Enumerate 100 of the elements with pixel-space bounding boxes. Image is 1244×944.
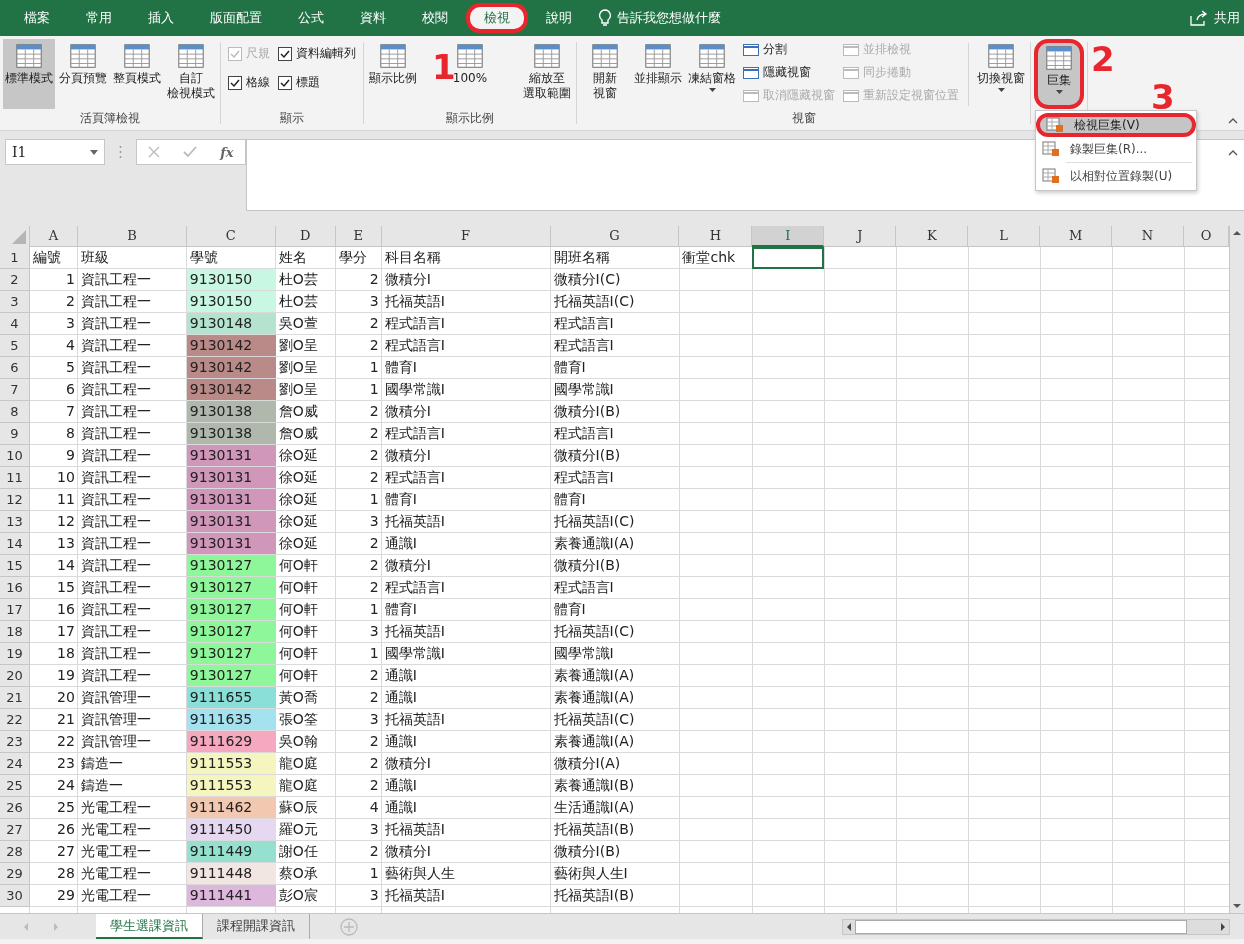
insert-function-button[interactable]: fx: [220, 144, 234, 160]
ribbon-tab[interactable]: 檢視: [466, 3, 528, 33]
row-header[interactable]: 6: [0, 357, 30, 379]
ribbon-tab[interactable]: 插入: [130, 3, 192, 33]
row-header[interactable]: 11: [0, 467, 30, 489]
row-header[interactable]: 7: [0, 379, 30, 401]
menu-item[interactable]: 檢視巨集(V): [1036, 113, 1196, 137]
ribbon-button[interactable]: 並排顯示: [632, 39, 684, 109]
checkbox[interactable]: 資料編輯列: [278, 45, 356, 62]
row-header[interactable]: 28: [0, 841, 30, 863]
ribbon-button[interactable]: 整頁模式: [111, 39, 163, 109]
table-cell-text: 3: [368, 292, 380, 311]
row-header[interactable]: 14: [0, 533, 30, 555]
ribbon-button[interactable]: 巨集: [1034, 39, 1084, 109]
row-header[interactable]: 27: [0, 819, 30, 841]
row-header[interactable]: 25: [0, 775, 30, 797]
row-header[interactable]: 23: [0, 731, 30, 753]
ribbon-tab[interactable]: 公式: [280, 3, 342, 33]
drag-handle-icon[interactable]: [119, 145, 122, 159]
table-cell-text: 11: [56, 490, 76, 509]
row-header[interactable]: 26: [0, 797, 30, 819]
table-cell-text: 徐O延: [277, 468, 319, 487]
row-header[interactable]: 5: [0, 335, 30, 357]
previous-sheet-icon[interactable]: [22, 921, 30, 932]
table-cell-text: 16: [56, 600, 76, 619]
table-cell-text: 1: [368, 380, 380, 399]
table-cell-text: 通識Ⅰ: [383, 732, 418, 751]
table-cell-text: 資訊工程一: [79, 380, 152, 399]
table-cell-text: 通識Ⅰ: [383, 798, 418, 817]
table-cell-text: 何O軒: [277, 666, 319, 685]
ribbon-button[interactable]: 隱藏視窗: [743, 64, 835, 81]
collapse-icon[interactable]: [1228, 150, 1238, 156]
checkbox[interactable]: 標題: [278, 74, 356, 91]
ribbon-button[interactable]: 開新 視窗: [580, 39, 630, 109]
ribbon-tab[interactable]: 校閱: [404, 3, 466, 33]
table-cell-text: 26: [56, 820, 76, 839]
checkbox-icon: [278, 46, 292, 61]
row-header[interactable]: 20: [0, 665, 30, 687]
menu-item[interactable]: 以相對位置錄製(U): [1036, 164, 1196, 188]
row-header[interactable]: 1: [0, 247, 30, 269]
ribbon-tab[interactable]: 版面配置: [192, 3, 280, 33]
row-header[interactable]: 12: [0, 489, 30, 511]
row-header[interactable]: 24: [0, 753, 30, 775]
share-button[interactable]: 共用: [1190, 9, 1244, 27]
sheet-tab[interactable]: 學生選課資訊: [96, 914, 203, 939]
row-header[interactable]: 3: [0, 291, 30, 313]
row-header[interactable]: 4: [0, 313, 30, 335]
ribbon-button[interactable]: 切換視窗: [975, 39, 1027, 109]
table-cell-text: 杜O芸: [277, 292, 319, 311]
row-header[interactable]: 17: [0, 599, 30, 621]
add-sheet-icon[interactable]: [340, 917, 358, 936]
row-header[interactable]: 30: [0, 885, 30, 907]
selected-cell[interactable]: [752, 247, 825, 269]
table-cell-text: 托福英語Ⅰ: [383, 820, 446, 839]
collapse-ribbon-icon[interactable]: [1228, 118, 1238, 124]
table-cell-text: 3: [368, 820, 380, 839]
horizontal-scrollbar[interactable]: [842, 918, 1230, 935]
ribbon-button[interactable]: 顯示比例: [367, 39, 419, 109]
name-box[interactable]: I1: [5, 139, 105, 165]
table-cell-text: 資訊工程一: [79, 446, 152, 465]
row-header[interactable]: 10: [0, 445, 30, 467]
cancel-icon[interactable]: [148, 146, 161, 158]
next-sheet-icon[interactable]: [52, 921, 60, 932]
table-cell-text: 22: [56, 732, 76, 751]
table-cell-text: 資訊工程一: [79, 622, 152, 641]
row-header[interactable]: 22: [0, 709, 30, 731]
table-cell: 9111449: [186, 841, 276, 862]
macro-icon: [1042, 168, 1060, 184]
step-number: 3: [1151, 82, 1175, 112]
row-header[interactable]: 8: [0, 401, 30, 423]
table-cell-text: 2: [368, 402, 380, 421]
tell-me-search[interactable]: 告訴我您想做什麼: [598, 9, 721, 27]
table-cell: 9130127: [186, 599, 276, 620]
row-header[interactable]: 16: [0, 577, 30, 599]
row-header[interactable]: 13: [0, 511, 30, 533]
table-cell-text: 1: [368, 864, 380, 883]
row-header[interactable]: 18: [0, 621, 30, 643]
check-icon[interactable]: [183, 146, 198, 158]
ribbon-button[interactable]: 自訂 檢視模式: [165, 39, 217, 109]
ribbon-button[interactable]: 分頁預覽: [57, 39, 109, 109]
ribbon-tab[interactable]: 資料: [342, 3, 404, 33]
ribbon-tab[interactable]: 說明: [528, 3, 590, 33]
row-header[interactable]: 19: [0, 643, 30, 665]
row-header[interactable]: 2: [0, 269, 30, 291]
row-header[interactable]: 29: [0, 863, 30, 885]
row-header[interactable]: 9: [0, 423, 30, 445]
ribbon-button[interactable]: 分割: [743, 41, 835, 58]
table-cell-text: 1: [368, 600, 380, 619]
ribbon-tab[interactable]: 常用: [68, 3, 130, 33]
table-cell-text: 2: [368, 468, 380, 487]
ribbon-button[interactable]: 凍結窗格: [686, 39, 738, 109]
menu-item[interactable]: 錄製巨集(R)...: [1036, 137, 1196, 161]
ribbon-button[interactable]: 縮放至 選取範圍: [521, 39, 573, 109]
row-header[interactable]: 21: [0, 687, 30, 709]
checkbox[interactable]: 格線: [228, 74, 270, 91]
ribbon-button[interactable]: 標準模式: [3, 39, 55, 109]
table-cell-text: 何O軒: [277, 644, 319, 663]
ribbon-tab[interactable]: 檔案: [6, 3, 68, 33]
row-header[interactable]: 15: [0, 555, 30, 577]
column-header[interactable]: I: [752, 226, 825, 247]
